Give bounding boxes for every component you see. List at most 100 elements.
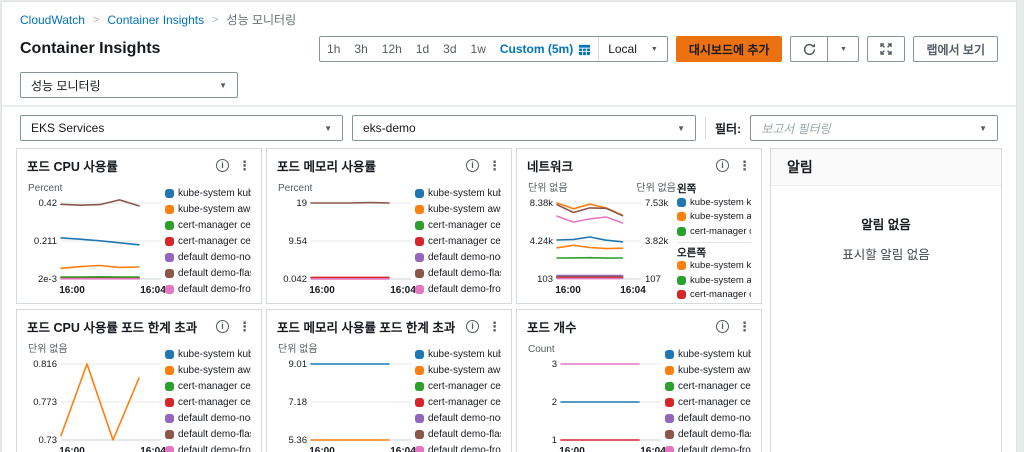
legend-item[interactable]: cert-manager cert... [165, 233, 251, 249]
legend-item[interactable]: kube-system kube... [165, 185, 251, 201]
service-type-select[interactable]: EKS Services ▼ [20, 115, 343, 141]
legend-item[interactable]: cert-manager cert... [415, 217, 501, 233]
time-range-1h[interactable]: 1h [320, 42, 347, 56]
info-icon[interactable]: i [216, 159, 229, 172]
legend-item[interactable]: kube-system kube... [677, 259, 751, 274]
legend-item[interactable]: default demo-flas... [415, 426, 501, 442]
legend-item[interactable]: kube-system aws-... [415, 362, 501, 378]
legend-item[interactable]: default demo-nod... [415, 410, 501, 426]
chart-title: 네트워크 [527, 160, 574, 174]
legend-item[interactable]: cert-manager cert... [165, 394, 251, 410]
kebab-menu-icon[interactable]: ⋮ [738, 319, 751, 335]
legend-item[interactable]: kube-system kube... [665, 346, 751, 362]
svg-text:16:04: 16:04 [140, 285, 165, 296]
svg-text:16:00: 16:00 [309, 285, 335, 296]
legend-item[interactable]: kube-system kube... [415, 185, 501, 201]
legend-item[interactable]: kube-system aws-... [415, 201, 501, 217]
legend-item[interactable]: kube-system kube... [165, 346, 251, 362]
time-range-3d[interactable]: 3d [436, 42, 463, 56]
info-icon[interactable]: i [216, 320, 229, 333]
legend-item[interactable]: default demo-fro... [415, 442, 501, 452]
svg-text:0.773: 0.773 [33, 397, 57, 408]
kebab-menu-icon[interactable]: ⋮ [488, 158, 501, 174]
legend-item[interactable]: cert-manager cert... [665, 378, 751, 394]
legend-label: kube-system kube... [678, 348, 751, 360]
legend-item[interactable]: kube-system aws-... [677, 210, 751, 225]
legend-color-dot [415, 204, 424, 214]
kebab-menu-icon[interactable]: ⋮ [238, 158, 251, 174]
legend-label: kube-system kube... [178, 187, 251, 199]
legend-item[interactable]: kube-system aws-... [665, 362, 751, 378]
service-select[interactable]: eks-demo ▼ [352, 115, 696, 141]
info-icon[interactable]: i [716, 320, 729, 333]
custom-time-range-button[interactable]: Custom (5m) [493, 42, 598, 56]
legend-item[interactable]: cert-manager cert... [415, 233, 501, 249]
report-filter-placeholder: 보고서 필터링 [761, 121, 831, 136]
time-range-3h[interactable]: 3h [347, 42, 374, 56]
svg-text:16:00: 16:00 [59, 446, 85, 452]
time-range-1w[interactable]: 1w [464, 42, 493, 56]
legend-label: cert-manager cert... [678, 396, 751, 408]
legend-color-dot [415, 349, 424, 359]
chart-legend: kube-system kube... kube-system aws-... ce… [665, 340, 751, 452]
legend-color-dot [665, 381, 674, 391]
legend-item[interactable]: kube-system kube... [415, 346, 501, 362]
time-range-1d[interactable]: 1d [409, 42, 436, 56]
kebab-menu-icon[interactable]: ⋮ [738, 158, 751, 174]
kebab-menu-icon[interactable]: ⋮ [238, 319, 251, 335]
fullscreen-button[interactable] [867, 36, 906, 62]
legend-item[interactable]: default demo-nod... [415, 249, 501, 265]
report-filter-select[interactable]: 보고서 필터링 ▼ [750, 115, 998, 141]
legend-item[interactable]: kube-system aws-... [677, 273, 751, 288]
legend-item[interactable]: default demo-flas... [415, 265, 501, 281]
breadcrumb-current: 성능 모니터링 [226, 13, 297, 27]
svg-text:16:00: 16:00 [559, 446, 585, 452]
kebab-menu-icon[interactable]: ⋮ [488, 319, 501, 335]
chart-card-pod-cpu-over-limit: 포드 CPU 사용률 포드 한계 초과 i ⋮ 단위 없음 0.816 0.773 0.73… [16, 309, 262, 452]
refresh-button[interactable] [790, 36, 829, 62]
legend-item[interactable]: default demo-fro... [665, 442, 751, 452]
legend-color-dot [415, 365, 424, 375]
breadcrumb-cloudwatch[interactable]: CloudWatch [20, 13, 85, 27]
legend-item[interactable]: default demo-nod... [165, 249, 251, 265]
chart-legend: kube-system kube... kube-system aws-... ce… [165, 179, 251, 297]
legend-item[interactable]: cert-manager cert... [677, 224, 751, 239]
info-icon[interactable]: i [466, 320, 479, 333]
legend-item[interactable]: default demo-nod... [165, 410, 251, 426]
timezone-select[interactable]: Local ▼ [599, 42, 667, 56]
legend-item[interactable]: default demo-nod... [665, 410, 751, 426]
legend-item[interactable]: cert-manager cert... [165, 378, 251, 394]
legend-label: cert-manager cert... [178, 219, 251, 231]
legend-label: default demo-flas... [678, 428, 751, 440]
legend-label: cert-manager cert... [690, 289, 751, 301]
legend-label: kube-system aws-... [690, 274, 751, 286]
add-to-dashboard-button[interactable]: 대시보드에 추가 [675, 36, 783, 62]
legend-label: cert-manager cert... [428, 396, 501, 408]
legend-item[interactable]: default demo-flas... [165, 265, 251, 281]
legend-item[interactable]: default demo-fro... [165, 442, 251, 452]
breadcrumb-container-insights[interactable]: Container Insights [107, 13, 204, 27]
legend-item[interactable]: kube-system aws-... [165, 362, 251, 378]
chart-legend: kube-system kube... kube-system aws-... ce… [415, 340, 501, 452]
legend-item[interactable]: cert-manager cert... [665, 394, 751, 410]
legend-item[interactable]: kube-system aws-... [165, 201, 251, 217]
time-range-12h[interactable]: 12h [375, 42, 409, 56]
breadcrumb-chevron-icon: > [92, 13, 100, 26]
info-icon[interactable]: i [716, 159, 729, 172]
legend-item[interactable]: cert-manager cert... [165, 217, 251, 233]
refresh-options-button[interactable]: ▼ [827, 36, 860, 62]
legend-color-dot [165, 413, 174, 423]
legend-item[interactable]: cert-manager cert... [415, 394, 501, 410]
legend-item[interactable]: cert-manager cert... [415, 378, 501, 394]
legend-item[interactable]: default demo-flas... [665, 426, 751, 442]
view-in-lab-button[interactable]: 랩에서 보기 [913, 36, 998, 62]
chart-title: 포드 CPU 사용률 [27, 160, 118, 174]
chart-legend: kube-system kube... kube-system aws-... ce… [165, 340, 251, 452]
view-mode-select[interactable]: 성능 모니터링 ▼ [20, 72, 238, 98]
legend-item[interactable]: cert-manager cert... [677, 288, 751, 303]
legend-item[interactable]: default demo-flas... [165, 426, 251, 442]
legend-item[interactable]: kube-system kube... [677, 195, 751, 210]
info-icon[interactable]: i [466, 159, 479, 172]
legend-item[interactable]: default demo-fro... [165, 281, 251, 297]
legend-item[interactable]: default demo-fro... [415, 281, 501, 297]
